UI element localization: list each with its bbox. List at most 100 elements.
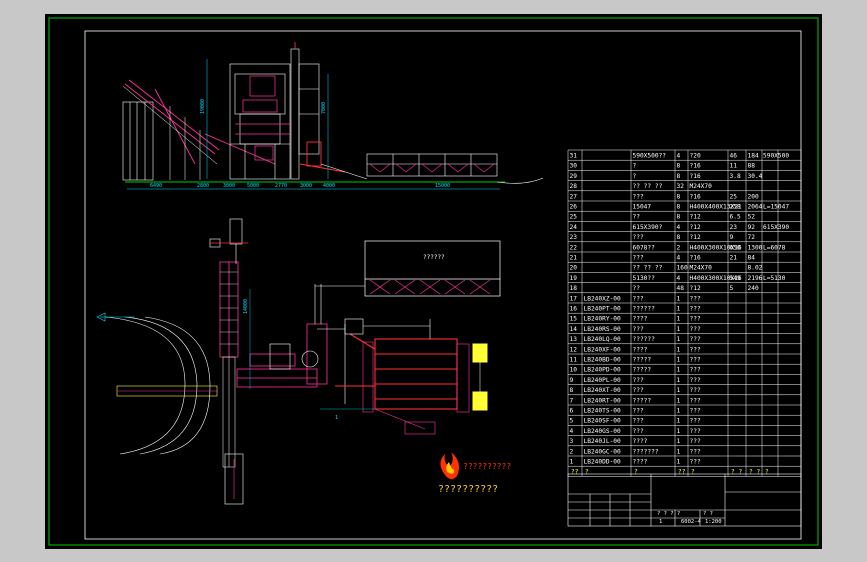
bom-cell-name: 590X500?? — [633, 153, 667, 160]
title-block-drawing-no: 6002-4 — [681, 519, 702, 525]
bom-cell-w2: 72 — [748, 234, 756, 241]
bom-cell-qty: 1 — [677, 438, 681, 445]
bom-cell-name: 6078?? — [633, 244, 656, 251]
bom-cell-no: 20 — [570, 265, 578, 272]
dim-label-vert: 7000 — [321, 102, 327, 114]
bom-cell-code: LB240JL-00 — [584, 438, 622, 445]
bom-cell-note: L=5130 — [763, 275, 786, 282]
bom-cell-no: 24 — [570, 224, 578, 231]
bom-cell-code: LB240GC-00 — [584, 448, 622, 455]
bom-cell-code: LB240PT-00 — [584, 306, 622, 313]
bom-cell-no: 6 — [570, 408, 574, 415]
bom-cell-no: 11 — [570, 357, 578, 364]
stamp-line1: ?????????? — [463, 462, 511, 471]
bom-cell-qty: 8 — [677, 234, 681, 241]
bom-cell-qty: 1 — [677, 448, 681, 455]
bom-cell-w1: 549 — [730, 275, 741, 282]
bom-cell-mat: ??? — [690, 438, 701, 445]
bom-cell-mat: ??? — [690, 448, 701, 455]
bom-cell-qty: 32 — [677, 183, 685, 190]
bom-cell-qty: 8 — [677, 173, 681, 180]
bom-cell-code: LB240BD-00 — [584, 357, 622, 364]
bom-cell-name: ???? — [633, 316, 648, 323]
bom-cell-mat: ?12 — [690, 234, 701, 241]
bom-cell-mat: ??? — [690, 387, 701, 394]
bom-cell-name: ???? — [633, 459, 648, 466]
bom-cell-w1: 5 — [730, 285, 734, 292]
bom-cell-no: 28 — [570, 183, 578, 190]
bom-cell-code: LB240RS-00 — [584, 326, 622, 333]
bom-cell-w1: 6.5 — [730, 214, 741, 221]
bom-cell-name: ???? — [633, 346, 648, 353]
bom-cell-qty: 4 — [677, 153, 681, 160]
bom-cell-w1: 9 — [730, 234, 734, 241]
bom-cell-w2: 2064 — [748, 204, 763, 211]
bom-cell-qty: 1 — [677, 387, 681, 394]
bom-cell-no: 3 — [570, 438, 574, 445]
bom-cell-no: 21 — [570, 255, 578, 262]
bom-cell-name: ??? — [633, 377, 644, 384]
title-block-one: 1 — [659, 519, 662, 525]
bom-cell-name: 5130?? — [633, 275, 656, 282]
bom-header-no: ?? — [571, 469, 579, 476]
bom-cell-name: ????? — [633, 397, 652, 404]
plan-view — [96, 218, 501, 505]
drawing-svg: 31 590X500?? 4 ?20 46 184 590X50030? 8 ?16 11 8829… — [48, 17, 819, 546]
bom-cell-code: LB240GS-00 — [584, 428, 622, 435]
bom-cell-no: 7 — [570, 397, 574, 404]
bom-cell-qty: 1 — [677, 377, 681, 384]
bom-cell-no: 15 — [570, 316, 578, 323]
bom-cell-no: 31 — [570, 153, 578, 160]
bom-cell-qty: 1 — [677, 367, 681, 374]
dim-label-top: 2800 — [197, 183, 209, 189]
bom-cell-qty: 1 — [677, 418, 681, 425]
cad-drawing-canvas[interactable]: 31 590X500?? 4 ?20 46 184 590X500 30? 8 ?16 11 88 29… — [45, 14, 822, 549]
bom-cell-no: 18 — [570, 285, 578, 292]
bom-cell-qty: 1 — [677, 295, 681, 302]
bom-cell-qty: 1 — [677, 326, 681, 333]
bom-cell-w2: 184 — [748, 153, 759, 160]
dim-label-top: 4000 — [323, 183, 335, 189]
bom-cell-no: 16 — [570, 306, 578, 313]
dim-label-plan: 14000 — [243, 299, 249, 314]
bom-cell-no: 10 — [570, 367, 578, 374]
bom-cell-mat: ?12 — [690, 285, 701, 292]
bom-cell-code: LB240XF-00 — [584, 346, 622, 353]
bom-cell-no: 14 — [570, 326, 578, 333]
stamp-line2: ?????????? — [438, 484, 498, 495]
bom-cell-mat: ??? — [690, 306, 701, 313]
elevation-view — [122, 42, 544, 190]
bom-cell-qty: 8 — [677, 163, 681, 170]
bom-cell-name: ?? ?? ?? — [633, 265, 663, 272]
bom-cell-name: 615X390? — [633, 224, 663, 231]
bom-cell-no: 17 — [570, 295, 578, 302]
bom-cell-name: ?? ?? ?? — [633, 183, 663, 190]
bom-cell-name: ???? — [633, 438, 648, 445]
bom-cell-w2: 88 — [748, 163, 756, 170]
bom-cell-w2: 8.02 — [748, 265, 763, 272]
bom-cell-code: LB240PD-00 — [584, 367, 622, 374]
bom-cell-no: 30 — [570, 163, 578, 170]
bom-cell-note: L=6078 — [763, 244, 786, 251]
bom-cell-w2: 30.4 — [748, 173, 763, 180]
bom-cell-mat: ??? — [690, 346, 701, 353]
bom-cell-no: 19 — [570, 275, 578, 282]
bom-cell-name: ??????? — [633, 448, 659, 455]
dim-label-top: 3000 — [300, 183, 312, 189]
bom-cell-code: LB240LQ-00 — [584, 336, 622, 343]
bom-cell-w1: 23 — [730, 224, 738, 231]
bom-cell-no: 29 — [570, 173, 578, 180]
bom-cell-no: 22 — [570, 244, 578, 251]
title-block-mid2: ? ? — [703, 511, 713, 517]
bom-cell-w2: 52 — [748, 214, 756, 221]
bom-cell-no: 2 — [570, 448, 574, 455]
bom-cell-name: ??? — [633, 428, 644, 435]
bom-cell-w1: 650 — [730, 244, 741, 251]
bom-header-name: ? — [634, 469, 638, 476]
bom-cell-mat: ??? — [690, 418, 701, 425]
bom-cell-mat: ?20 — [690, 153, 701, 160]
dimension-labels: 6490 2800 3000 5000 2770 3000 4000 15000 19000 70… — [150, 99, 450, 421]
bom-cell-qty: 8 — [677, 193, 681, 200]
bom-cell-name: ?? — [633, 285, 641, 292]
bom-cell-qty: 8 — [677, 204, 681, 211]
